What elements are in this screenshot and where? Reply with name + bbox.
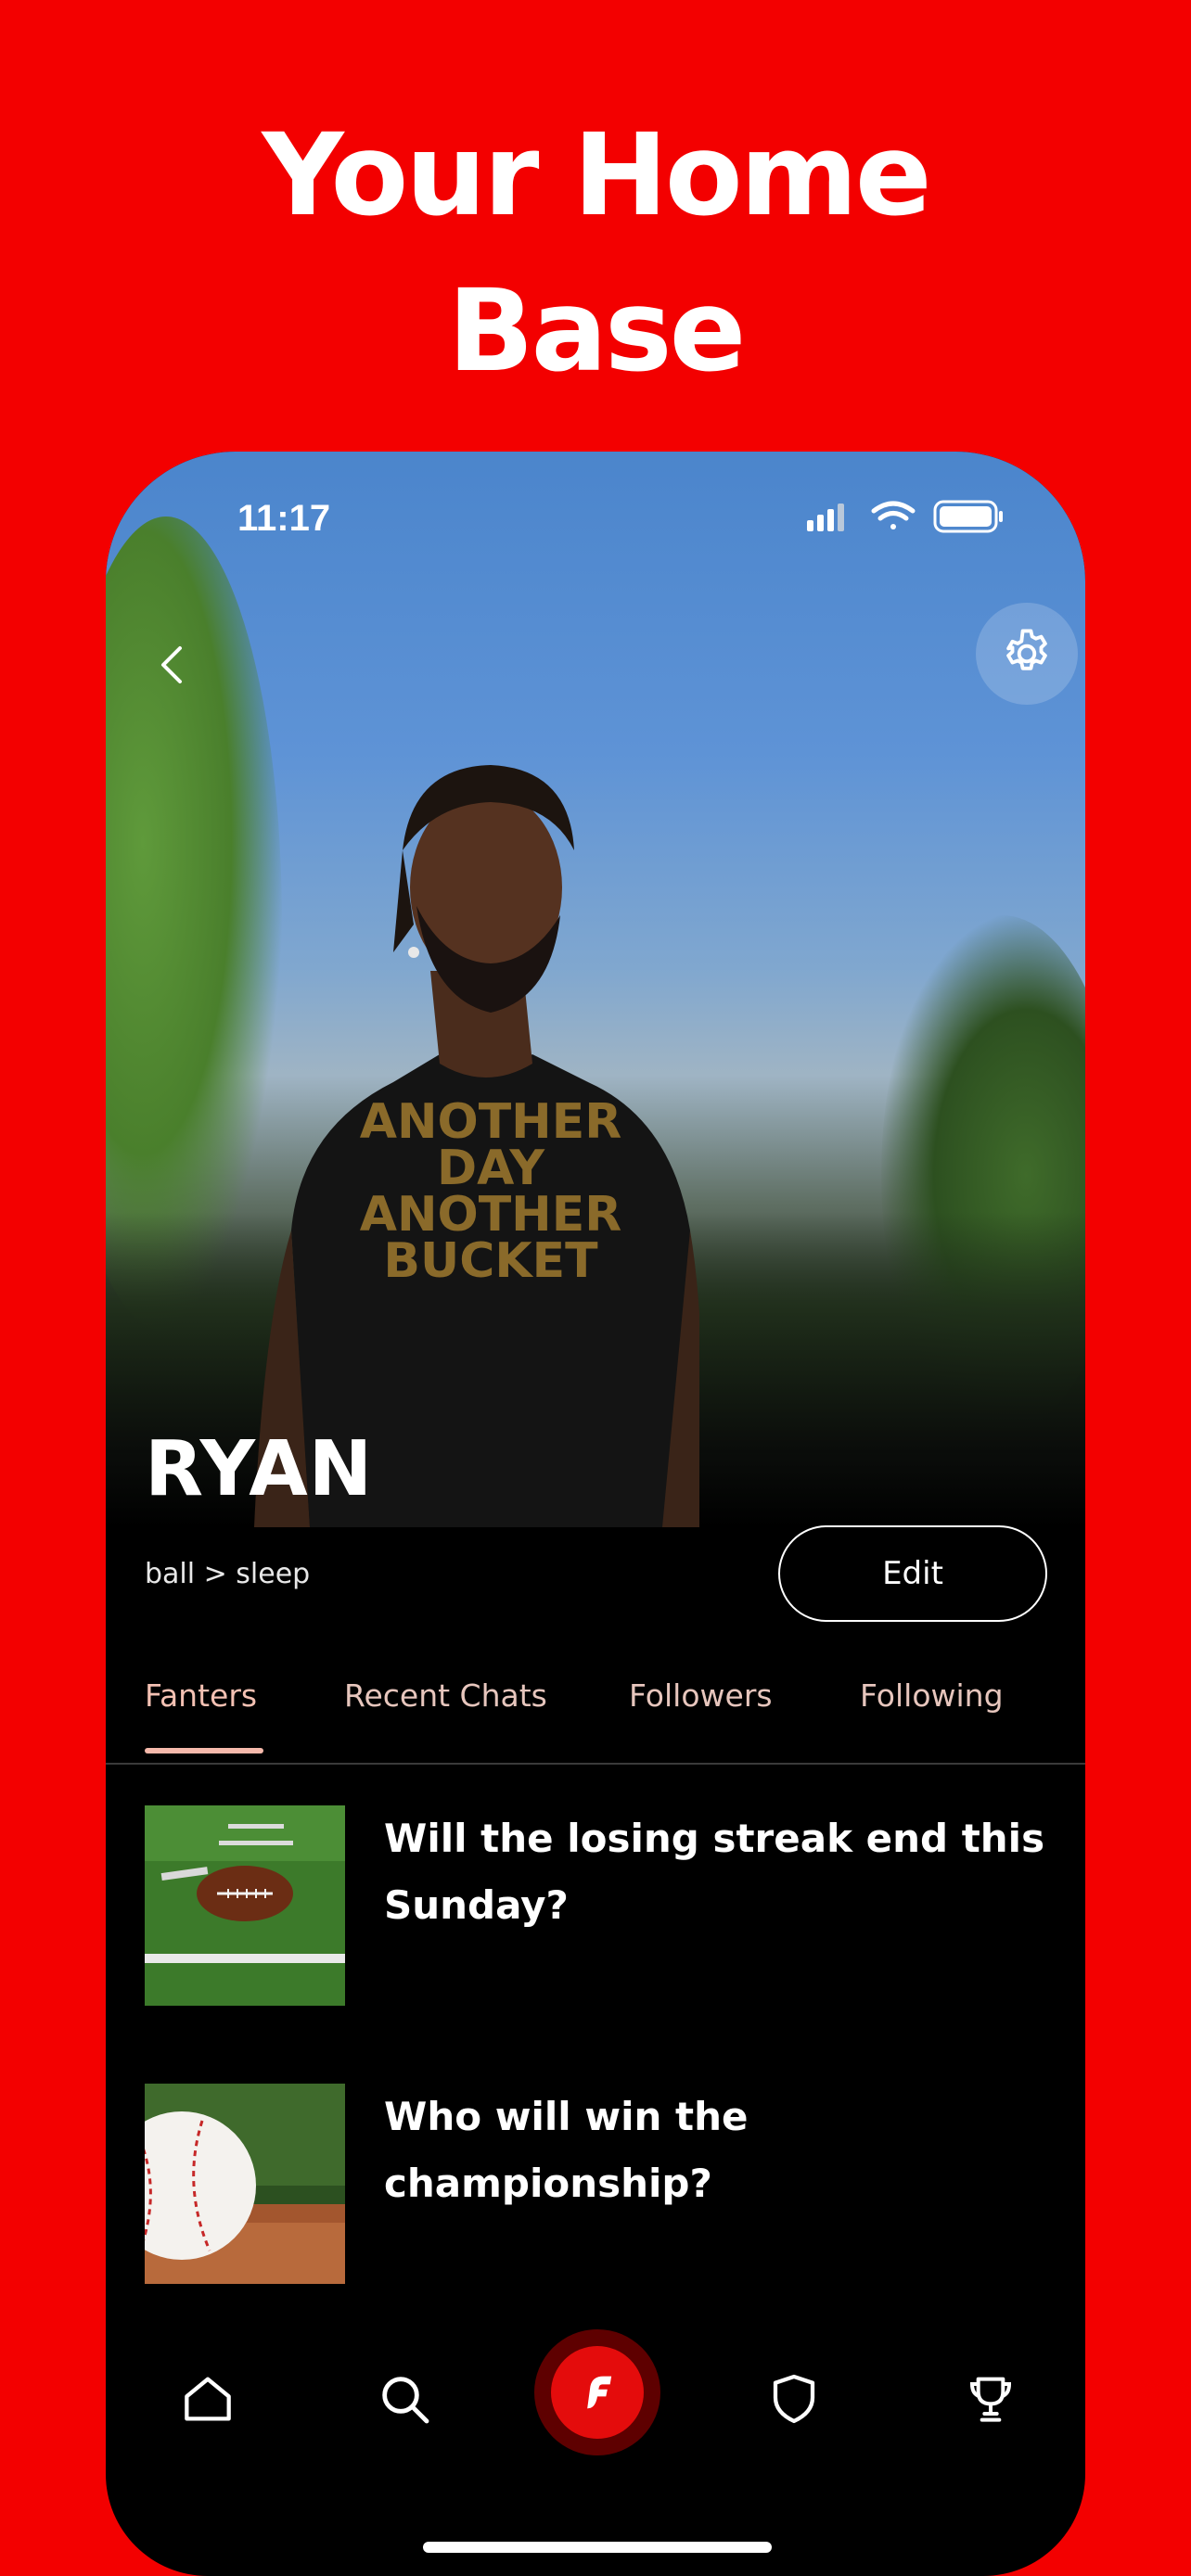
profile-tabs: Fanters Recent Chats Followers Following [106,1663,1085,1753]
list-item[interactable]: Who will win the championship? [145,2084,1063,2286]
wifi-icon [871,501,916,529]
football-thumbnail [145,1805,345,2006]
search-icon [382,2377,429,2424]
profile-hero-image: ANOTHER DAY ANOTHER BUCKET [106,452,1085,1527]
chevron-left-icon [161,646,182,683]
settings-button[interactable] [976,603,1078,705]
status-time: 11:17 [237,498,331,539]
headline-line-1: Your Home [262,109,931,241]
fanter-title: Who will win the championship? [384,2094,749,2206]
headline-line-2: Base [447,265,747,397]
status-bar: 11:17 [106,452,1085,572]
tab-recent-chats[interactable]: Recent Chats [344,1677,547,1714]
fanter-title: Will the losing streak end this Sunday? [384,1816,1045,1928]
home-icon [185,2377,231,2421]
nav-home[interactable] [161,2353,254,2445]
back-button[interactable] [145,637,200,693]
phone-frame: ANOTHER DAY ANOTHER BUCKET 11:17 RYAN ba… [106,452,1085,2576]
status-icons [807,500,1003,533]
nav-center-button[interactable] [534,2329,660,2455]
tab-following[interactable]: Following [860,1677,1004,1714]
nav-trophy[interactable] [944,2353,1037,2445]
tabs-divider [106,1763,1085,1765]
trophy-icon [969,2377,1012,2422]
profile-photo-person: ANOTHER DAY ANOTHER BUCKET [254,765,699,1527]
tab-fanters[interactable]: Fanters [145,1677,257,1714]
gear-icon [1006,629,1047,670]
edit-profile-button[interactable]: Edit [778,1525,1047,1622]
nav-search[interactable] [358,2353,451,2445]
baseball-thumbnail [145,2084,345,2284]
nav-center-inner [551,2346,644,2439]
home-indicator[interactable] [423,2542,772,2553]
profile-name: RYAN [145,1425,374,1513]
bottom-nav [106,2325,1085,2473]
nav-shield[interactable] [748,2353,840,2445]
battery-icon [933,500,1003,533]
svg-text:BUCKET: BUCKET [383,1233,598,1289]
tab-followers[interactable]: Followers [629,1677,773,1714]
active-tab-indicator [145,1748,263,1753]
shield-icon [773,2374,815,2424]
cellular-signal-icon [807,504,844,531]
promo-headline: Your Home Base [0,97,1191,409]
profile-bio: ball > sleep [145,1558,311,1590]
app-logo-icon [587,2376,612,2409]
list-item[interactable]: Will the losing streak end this Sunday? [145,1805,1063,2008]
